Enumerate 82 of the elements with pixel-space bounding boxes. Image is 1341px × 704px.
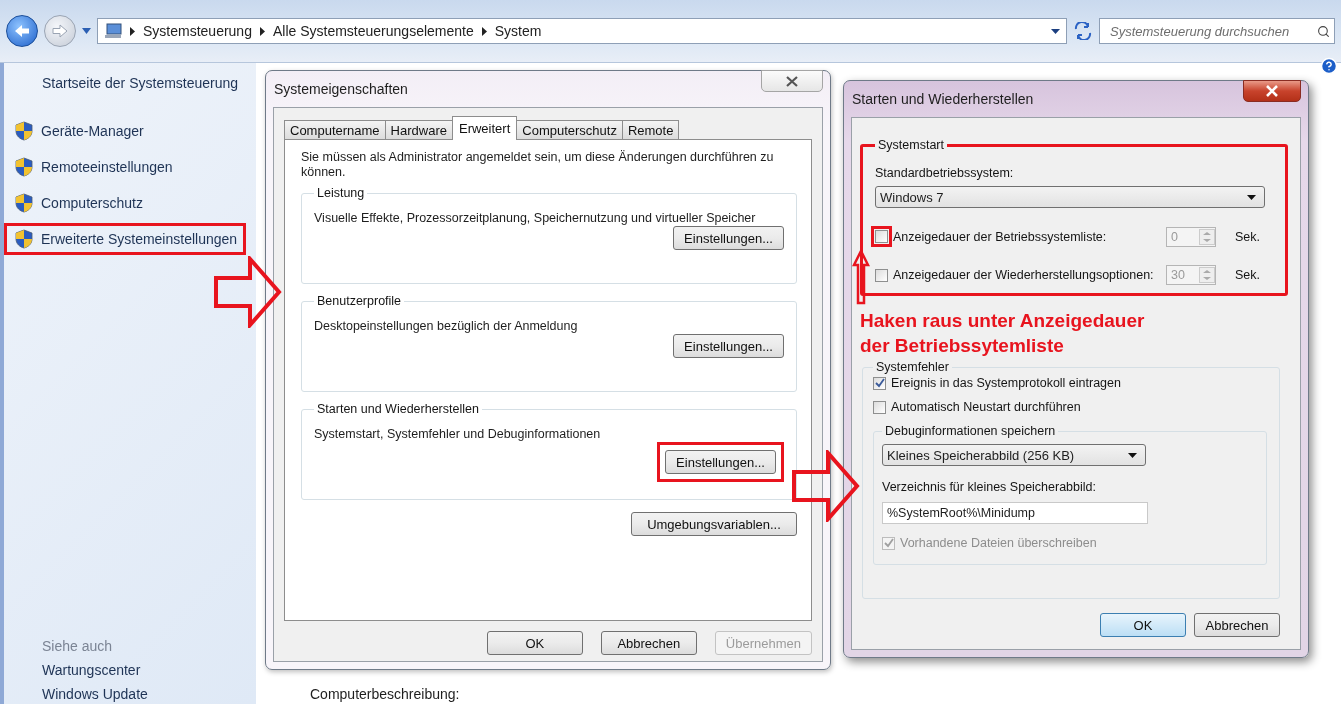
checkbox[interactable]	[873, 376, 886, 390]
shield-icon	[15, 121, 33, 141]
tab[interactable]: Computerschutz	[516, 120, 623, 140]
dialog-button[interactable]: OK	[486, 631, 583, 655]
group-title: Debuginformationen speichern	[884, 424, 1057, 438]
checkbox[interactable]	[873, 400, 886, 414]
close-button[interactable]	[1243, 80, 1301, 102]
unit-label: Sek.	[1235, 268, 1260, 282]
caret-icon	[1247, 194, 1256, 200]
settings-button[interactable]: Einstellungen...	[673, 334, 784, 358]
group-description: Systemstart, Systemfehler und Debuginformationen	[314, 426, 602, 442]
tab[interactable]: Remote	[621, 120, 680, 140]
search-field[interactable]: Systemsteuerung durchsuchen	[1099, 18, 1335, 44]
dialog-button[interactable]: Abbrechen	[600, 631, 697, 655]
sidebar-link[interactable]: Wartungscenter	[42, 662, 256, 678]
shield-icon	[15, 229, 33, 249]
breadcrumb-item[interactable]: Systemsteuerung	[143, 23, 252, 39]
checkbox-label: Automatisch Neustart durchführen	[891, 400, 1081, 414]
checkbox-label: Vorhandene Dateien überschreiben	[900, 536, 1097, 550]
arrow-annotation	[792, 450, 860, 522]
group-title: Systemfehler	[875, 360, 950, 374]
caret-icon	[1128, 452, 1137, 458]
sidebar-link[interactable]: Windows Update	[42, 686, 256, 702]
refresh-icon[interactable]	[1073, 22, 1093, 40]
input-field[interactable]: %SystemRoot%\Minidump	[882, 502, 1148, 524]
notice-text: Sie müssen als Administrator angemeldet sein, um diese Änderungen durchführen zu können.	[301, 150, 775, 180]
group-title: Leistung	[316, 186, 366, 200]
separator-icon	[130, 26, 135, 36]
arrow-annotation	[214, 256, 282, 328]
checkbox-label: Anzeigedauer der Wiederherstellungsoptionen:	[893, 268, 1155, 282]
address-bar[interactable]: Systemsteuerung Alle Systemsteuerungselemente System	[97, 18, 1067, 44]
close-icon	[786, 75, 798, 87]
group-description: Visuelle Effekte, Prozessorzeitplanung, Speichernutzung und virtueller Speicher	[314, 210, 757, 226]
sidebar-link[interactable]: Computerschutz	[4, 187, 152, 219]
window-title: Systemeigenschaften	[273, 80, 408, 97]
close-button[interactable]	[761, 70, 823, 92]
sidebar-link[interactable]: Startseite der Systemsteuerung	[4, 73, 256, 91]
section-heading: Siehe auch	[42, 638, 114, 654]
sidebar-link[interactable]: Geräte-Manager	[4, 115, 153, 147]
dialog-button[interactable]: OK	[1100, 613, 1186, 637]
dialog-button[interactable]: Abbrechen	[1194, 613, 1280, 637]
checkbox-label: Ereignis in das Systemprotokoll eintragen	[891, 376, 1121, 390]
checkbox-label: Anzeigedauer der Betriebssystemliste:	[893, 229, 1108, 244]
separator-icon	[481, 26, 487, 36]
breadcrumb-item[interactable]: Alle Systemsteuerungselemente	[272, 23, 474, 39]
checkbox[interactable]	[875, 268, 888, 282]
breadcrumb-item[interactable]: System	[494, 23, 542, 39]
annotation-text: Haken raus unter Anzeigedauer der Betriebssytemliste	[860, 309, 1146, 358]
os-dropdown[interactable]: Windows 7	[875, 186, 1265, 208]
forward-arrow-icon	[52, 24, 68, 38]
group-title: Starten und Wiederherstellen	[316, 402, 480, 416]
group-title: Systemstart	[877, 138, 945, 152]
dump-type-dropdown[interactable]: Kleines Speicherabbild (256 KB)	[882, 444, 1146, 466]
shield-icon	[15, 193, 33, 213]
field-label: Computerbeschreibung:	[310, 686, 461, 702]
check-icon	[883, 538, 894, 548]
group-title: Benutzerprofile	[316, 294, 403, 308]
sidebar-link[interactable]: Remoteeinstellungen	[4, 151, 182, 183]
dropdown-icon[interactable]	[1051, 28, 1060, 34]
settings-button[interactable]: Einstellungen...	[673, 226, 784, 250]
back-button[interactable]	[6, 15, 38, 47]
window-title: Starten und Wiederherstellen	[851, 90, 1034, 107]
environment-button[interactable]: Umgebungsvariablen...	[631, 512, 797, 536]
shield-icon	[15, 157, 33, 177]
spin-arrows-icon	[1199, 267, 1215, 283]
field-label: Verzeichnis für kleines Speicherabbild:	[882, 480, 1097, 494]
back-arrow-icon	[14, 24, 30, 38]
tab[interactable]: Hardware	[384, 120, 453, 140]
search-icon	[1317, 24, 1330, 38]
close-icon	[1265, 85, 1279, 97]
separator-icon	[259, 26, 265, 36]
field-label: Standardbetriebssystem:	[875, 166, 1015, 180]
group-description: Desktopeinstellungen bezüglich der Anmeldung	[314, 318, 579, 334]
tab[interactable]: Erweitert	[451, 116, 518, 140]
computer-icon	[104, 23, 122, 39]
settings-button[interactable]: Einstellungen...	[665, 450, 776, 474]
unit-label: Sek.	[1235, 229, 1260, 244]
check-icon	[874, 378, 885, 388]
sidebar-link[interactable]: Erweiterte Systemeinstellungen	[4, 223, 247, 255]
history-dropdown-icon[interactable]	[82, 28, 91, 34]
tab[interactable]: Computername	[284, 120, 386, 140]
spin-arrows-icon	[1199, 228, 1215, 245]
